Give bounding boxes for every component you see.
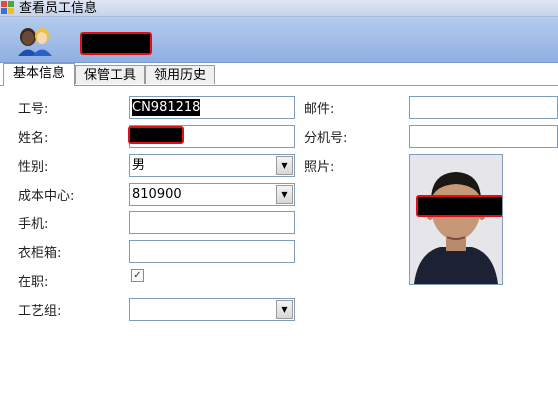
- name-value-redacted: [128, 126, 184, 144]
- app-icon: [1, 1, 15, 15]
- name-field[interactable]: [128, 125, 295, 148]
- process-group-select[interactable]: ▼: [129, 298, 295, 321]
- extension-label: 分机号:: [304, 131, 348, 146]
- chevron-down-icon[interactable]: ▼: [276, 156, 293, 175]
- tab-strip: 基本信息 保管工具 领用历史: [0, 63, 558, 86]
- window-titlebar: 查看员工信息: [0, 0, 558, 17]
- mobile-field[interactable]: [129, 211, 295, 234]
- cost-center-label: 成本中心:: [18, 189, 75, 204]
- employee-id-value: CN981218: [132, 99, 201, 116]
- employee-name-redacted: [80, 32, 152, 55]
- gender-label: 性别:: [18, 160, 49, 175]
- photo-label: 照片:: [304, 160, 335, 175]
- checkmark-icon: ✓: [133, 270, 142, 281]
- tab-basic-info[interactable]: 基本信息: [3, 63, 75, 86]
- gender-select[interactable]: 男 ▼: [129, 154, 295, 177]
- tab-usage-history[interactable]: 领用历史: [145, 65, 215, 84]
- gender-value: 男: [132, 158, 146, 173]
- portrait-image: [410, 155, 502, 284]
- email-field[interactable]: [409, 96, 558, 119]
- header-banner: [0, 17, 558, 63]
- employee-photo: [409, 154, 503, 285]
- locker-label: 衣柜箱:: [18, 246, 62, 261]
- users-icon: [18, 28, 52, 56]
- employee-id-label: 工号:: [18, 102, 49, 117]
- tab-custody-tools[interactable]: 保管工具: [75, 65, 145, 84]
- window-title: 查看员工信息: [19, 1, 98, 16]
- name-label: 姓名:: [18, 131, 49, 146]
- process-group-label: 工艺组:: [18, 304, 62, 319]
- employed-label: 在职:: [18, 275, 49, 290]
- employed-checkbox[interactable]: ✓: [131, 269, 144, 282]
- cost-center-select[interactable]: 810900 ▼: [129, 183, 295, 206]
- chevron-down-icon[interactable]: ▼: [276, 300, 293, 319]
- mobile-label: 手机:: [18, 217, 49, 232]
- email-label: 邮件:: [304, 102, 335, 117]
- locker-field[interactable]: [129, 240, 295, 263]
- employee-id-field[interactable]: CN981218: [129, 96, 295, 119]
- extension-field[interactable]: [409, 125, 558, 148]
- cost-center-value: 810900: [132, 187, 182, 202]
- chevron-down-icon[interactable]: ▼: [276, 185, 293, 204]
- photo-face-redaction: [416, 195, 502, 217]
